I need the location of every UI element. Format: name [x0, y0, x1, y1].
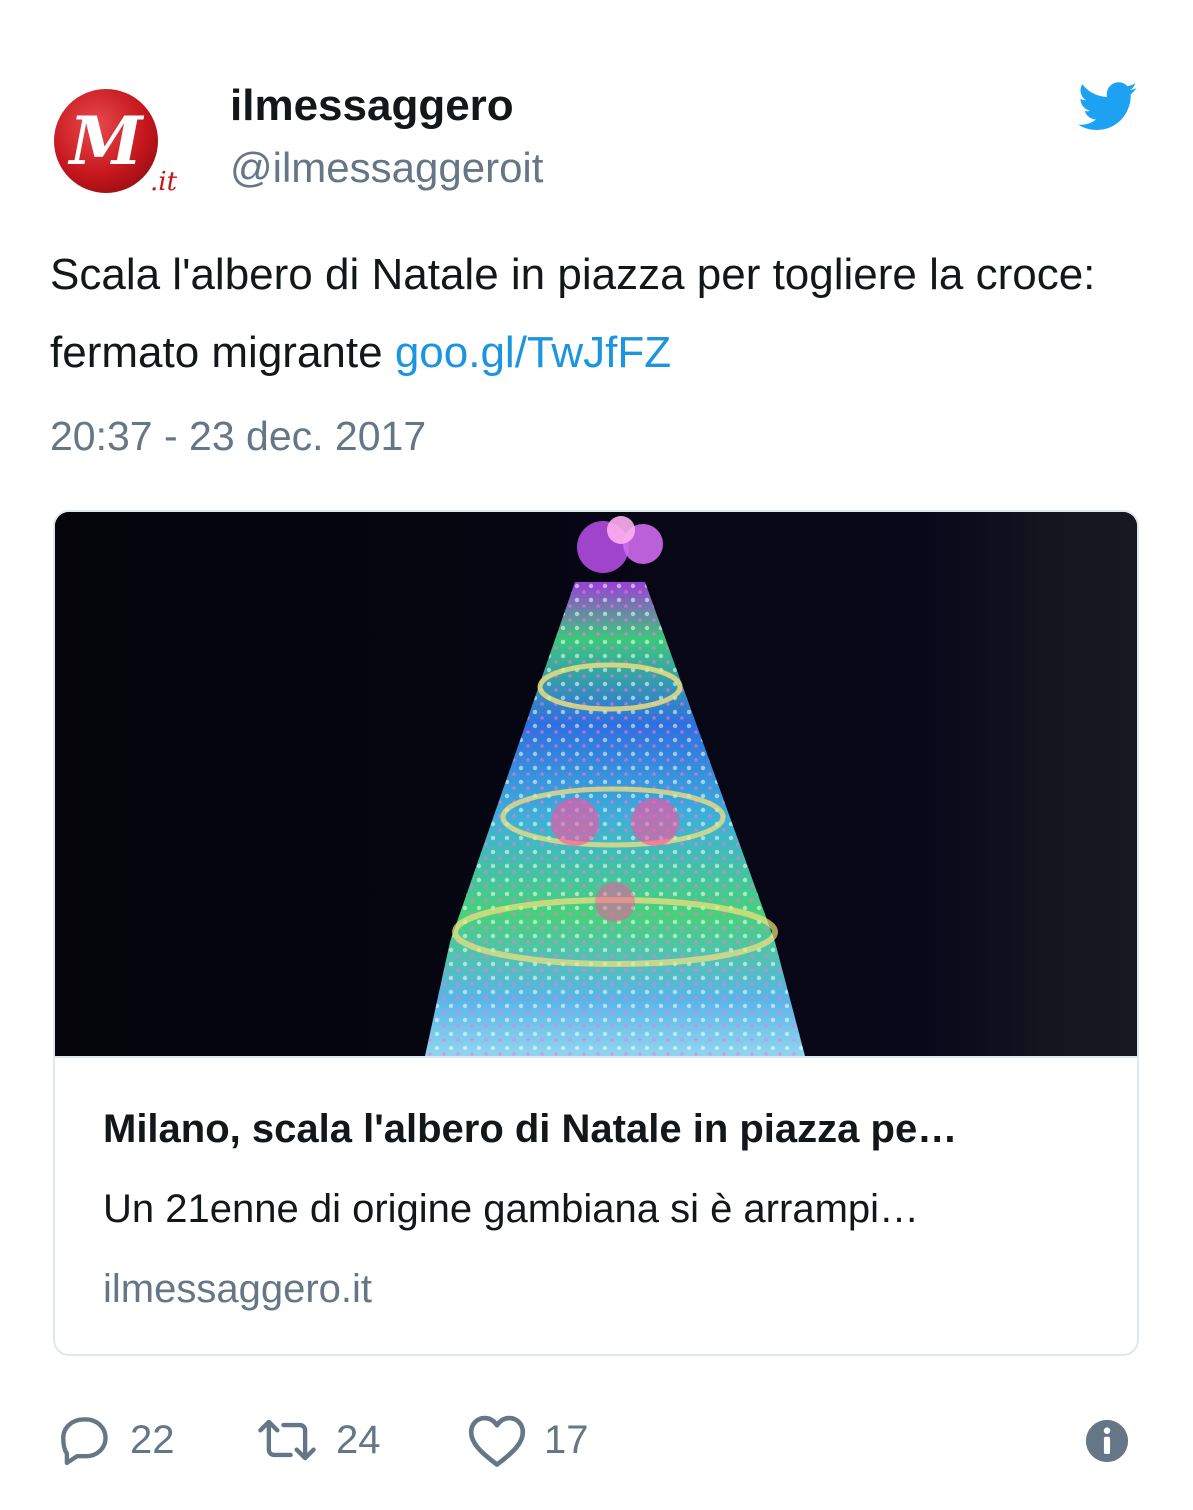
retweet-count: 24 [336, 1418, 381, 1462]
user-handle[interactable]: @ilmessaggeroit [230, 140, 543, 196]
il-messaggero-logo-icon: M .it [54, 89, 178, 197]
info-icon[interactable] [1084, 1418, 1130, 1464]
tweet-link[interactable]: goo.gl/TwJfFZ [395, 328, 671, 377]
card-description: Un 21enne di origine gambiana si è arram… [103, 1187, 920, 1231]
tweet-timestamp[interactable]: 20:37 - 23 dec. 2017 [50, 408, 426, 464]
retweet-icon [258, 1419, 316, 1461]
display-name[interactable]: ilmessaggero [230, 76, 514, 136]
reply-button[interactable]: 22 [56, 1408, 175, 1472]
reply-bubble-icon [61, 1417, 108, 1466]
reply-count: 22 [130, 1418, 175, 1462]
twitter-bird-icon[interactable] [1078, 82, 1138, 132]
heart-icon [468, 1415, 526, 1467]
card-title[interactable]: Milano, scala l'albero di Natale in piaz… [103, 1102, 1103, 1156]
card-divider [55, 1056, 1137, 1058]
card-image [55, 512, 1137, 1056]
avatar[interactable]: M .it [54, 86, 194, 197]
svg-text:M: M [67, 102, 144, 180]
action-bar: 22 24 17 [56, 1408, 1146, 1472]
like-count: 17 [544, 1418, 589, 1462]
logo-suffix: .it [150, 167, 178, 196]
link-card[interactable]: Milano, scala l'albero di Natale in piaz… [53, 510, 1139, 1356]
tweet-text: Scala l'albero di Natale in piazza per t… [50, 236, 1160, 392]
retweet-button[interactable]: 24 [254, 1408, 381, 1472]
like-button[interactable]: 17 [466, 1408, 589, 1472]
card-domain: ilmessaggero.it [103, 1267, 373, 1311]
